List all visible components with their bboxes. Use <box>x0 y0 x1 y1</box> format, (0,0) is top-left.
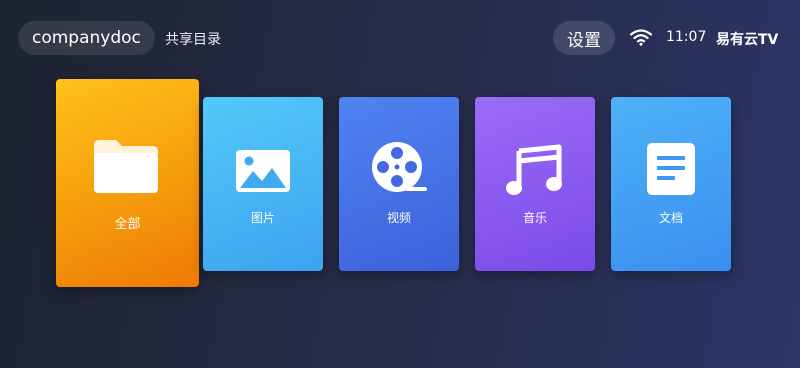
folder-icon <box>94 140 158 193</box>
image-icon <box>236 150 290 192</box>
category-label: 全部 <box>114 217 141 232</box>
category-card-video[interactable]: 视频 <box>339 97 459 271</box>
category-label: 音乐 <box>522 211 547 225</box>
wifi-icon <box>630 29 652 46</box>
music-note-icon <box>506 144 562 195</box>
settings-label: 设置 <box>567 30 601 51</box>
clock: 11:07 <box>666 29 707 45</box>
category-card-music[interactable]: 音乐 <box>475 97 595 271</box>
category-label: 视频 <box>386 211 411 225</box>
settings-button[interactable]: 设置 <box>553 21 615 55</box>
category-card-documents[interactable]: 文档 <box>611 97 731 271</box>
category-card-images[interactable]: 图片 <box>203 97 323 271</box>
category-label: 图片 <box>250 211 275 225</box>
folder-name-label: companydoc <box>32 28 141 48</box>
folder-name-button[interactable]: companydoc <box>18 21 155 55</box>
top-bar: companydoc 共享目录 设置 11:07 易有云TV <box>0 0 800 70</box>
category-label: 文档 <box>658 211 683 225</box>
shared-directory-link[interactable]: 共享目录 <box>165 29 221 49</box>
film-reel-icon <box>372 142 427 192</box>
brand-name: 易有云TV <box>716 32 779 48</box>
document-icon <box>647 143 695 195</box>
category-card-all[interactable]: 全部 <box>56 79 199 287</box>
